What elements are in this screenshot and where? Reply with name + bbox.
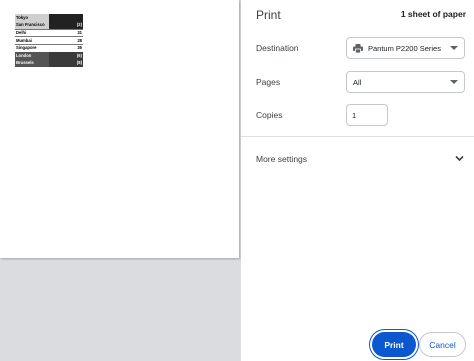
copies-label: Copies (256, 110, 283, 120)
pages-select[interactable]: All (346, 71, 465, 93)
preview-city-name: Brussels (15, 59, 49, 68)
print-preview-area: Tokyo San Francisco (2) Delhi 31 Mumbai 28 Sing… (0, 0, 241, 361)
more-settings-toggle[interactable]: More settings (256, 149, 466, 169)
cancel-button[interactable]: Cancel (419, 332, 466, 357)
preview-table-row: Mumbai 28 (15, 36, 83, 45)
preview-city-name: Singapore (15, 43, 49, 52)
preview-city-value: 31 (49, 28, 83, 37)
preview-city-value (49, 14, 83, 22)
copies-input[interactable]: 1 (346, 104, 388, 126)
preview-city-name: Delhi (15, 28, 49, 37)
divider (241, 136, 474, 137)
destination-select[interactable]: Pantum P2200 Series (346, 37, 465, 59)
preview-city-value: 35 (49, 43, 83, 52)
dialog-title: Print (256, 8, 281, 22)
preview-city-name: Mumbai (15, 36, 49, 45)
more-settings-label: More settings (256, 154, 308, 164)
preview-table-row: San Francisco (2) (15, 21, 83, 30)
pages-value: All (353, 77, 362, 87)
destination-value: Pantum P2200 Series (368, 43, 441, 53)
print-settings-panel: Print 1 sheet of paper Destination Pantu… (241, 0, 474, 361)
chevron-down-icon (450, 46, 458, 50)
destination-label: Destination (256, 43, 299, 53)
sheet-count: 1 sheet of paper (400, 9, 466, 19)
preview-table-row: Delhi 31 (15, 28, 83, 37)
preview-table-row: Brussels (8) (15, 59, 83, 68)
preview-city-value: (6) (49, 51, 83, 60)
chevron-down-icon (450, 80, 458, 84)
chevron-down-icon (455, 155, 464, 162)
preview-city-name: Tokyo (15, 14, 49, 22)
preview-table-row: Singapore 35 (15, 43, 83, 52)
preview-table-row: London (6) (15, 51, 83, 60)
preview-city-value: (2) (49, 21, 83, 30)
preview-table: Tokyo San Francisco (2) Delhi 31 Mumbai 28 Sing… (15, 14, 83, 68)
preview-city-value: (8) (49, 59, 83, 68)
printer-icon (353, 43, 363, 53)
preview-city-value: 28 (49, 36, 83, 45)
preview-table-row: Tokyo (15, 14, 83, 22)
preview-page: Tokyo San Francisco (2) Delhi 31 Mumbai 28 Sing… (0, 0, 239, 258)
print-button[interactable]: Print (372, 332, 416, 357)
preview-city-name: San Francisco (15, 21, 49, 30)
pages-label: Pages (256, 77, 281, 87)
preview-city-name: London (15, 51, 49, 60)
